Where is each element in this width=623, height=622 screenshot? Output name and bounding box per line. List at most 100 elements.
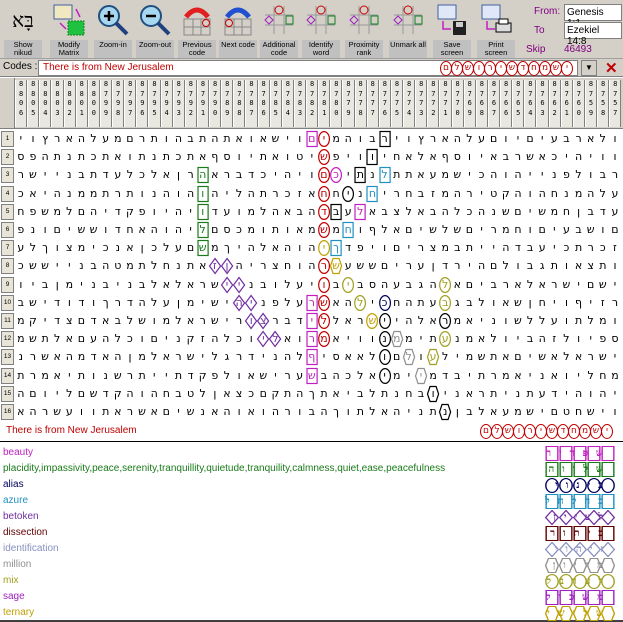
matrix-cell[interactable]: ל [88,130,100,148]
matrix-cell[interactable]: מ [439,185,451,203]
matrix-cell[interactable]: נ [197,403,209,421]
matrix-cell[interactable]: י [500,385,512,403]
matrix-cell[interactable]: נ [438,403,452,421]
matrix-cell[interactable]: י [548,239,560,257]
matrix-cell[interactable]: ר [317,257,330,275]
matrix-cell[interactable]: ו [15,276,27,294]
matrix-cell[interactable]: ב [257,276,269,294]
matrix-cell[interactable]: י [463,367,475,385]
matrix-cell[interactable]: ו [524,221,536,239]
matrix-cell[interactable]: ת [148,130,160,148]
column-number[interactable]: 8757 [609,80,622,127]
save-screen-button[interactable]: Save screen [431,1,473,58]
matrix-cell[interactable]: ה [451,130,463,148]
matrix-cell[interactable]: ו [233,148,245,166]
matrix-cell[interactable]: ך [330,403,342,421]
column-number[interactable]: 8799 [99,80,112,127]
matrix-cell[interactable]: ם [524,130,536,148]
matrix-cell[interactable]: ל [160,239,172,257]
matrix-cell[interactable]: נ [560,185,572,203]
matrix-cell[interactable]: ר [233,312,245,330]
matrix-cell[interactable]: י [306,276,318,294]
matrix-cell[interactable]: א [463,312,475,330]
matrix-cell[interactable]: ו [500,130,512,148]
matrix-cell[interactable]: ו [160,130,172,148]
matrix-cell[interactable]: ו [148,312,160,330]
matrix-cell[interactable]: ת [597,257,609,275]
matrix-cell[interactable]: ף [439,148,451,166]
matrix-cell[interactable]: ת [391,166,403,184]
matrix-cell[interactable]: ן [136,239,148,257]
matrix-cell[interactable]: ם [257,385,269,403]
matrix-cell[interactable]: מ [185,294,197,312]
matrix-cell[interactable]: י [585,330,597,348]
matrix-cell[interactable]: ד [185,367,197,385]
column-number[interactable]: 8768 [475,80,488,127]
matrix-cell[interactable]: נ [245,276,257,294]
matrix-cell[interactable]: נ [391,385,403,403]
matrix-cell[interactable]: א [112,148,124,166]
show-nikud-button[interactable]: בָּא Show nikud [2,1,44,58]
matrix-cell[interactable]: ח [548,185,560,203]
matrix-cell[interactable]: ב [39,276,51,294]
column-number[interactable]: 8782 [306,80,319,127]
column-number[interactable]: 8790 [209,80,222,127]
matrix-cell[interactable]: י [476,185,488,203]
matrix-cell[interactable]: ך [330,239,342,257]
matrix-cell[interactable]: ל [573,166,585,184]
matrix-cell[interactable]: ו [609,148,621,166]
matrix-cell[interactable]: צ [585,257,597,275]
matrix-cell[interactable]: ב [585,203,597,221]
matrix-cell[interactable]: י [573,367,585,385]
print-screen-button[interactable]: Print screen [475,1,517,58]
matrix-cell[interactable]: ץ [39,130,51,148]
matrix-cell[interactable]: צ [427,239,439,257]
matrix-cell[interactable]: ת [39,330,51,348]
matrix-cell[interactable]: ו [282,221,294,239]
column-number[interactable]: 8777 [366,80,379,127]
matrix-cell[interactable]: כ [124,330,136,348]
column-number[interactable]: 8788 [233,80,246,127]
matrix-cell[interactable]: ה [403,294,415,312]
matrix-cell[interactable]: א [257,130,269,148]
matrix-cell[interactable]: י [378,312,391,330]
column-number[interactable]: 8779 [342,80,355,127]
matrix-cell[interactable]: ו [463,148,475,166]
matrix-cell[interactable]: ו [124,148,136,166]
unmark-all-button[interactable]: Unmark all [387,1,429,58]
matrix-cell[interactable]: ד [597,203,609,221]
matrix-cell[interactable]: ד [294,312,306,330]
column-number[interactable]: 8798 [112,80,125,127]
matrix-cell[interactable]: א [366,203,378,221]
matrix-cell[interactable]: י [548,221,560,239]
matrix-cell[interactable]: ל [585,367,597,385]
matrix-cell[interactable]: י [160,367,172,385]
matrix-cell[interactable]: ש [88,221,100,239]
matrix-cell[interactable]: ן [524,294,536,312]
matrix-cell[interactable]: ז [597,294,609,312]
matrix-cell[interactable]: ת [172,367,184,385]
matrix-cell[interactable]: ל [294,348,306,366]
matrix-cell[interactable]: ל [488,330,500,348]
matrix-cell[interactable]: ע [15,239,27,257]
matrix-cell[interactable]: ש [209,276,221,294]
matrix-cell[interactable]: א [100,312,112,330]
matrix-cell[interactable]: ו [197,185,209,203]
matrix-cell[interactable]: ל [51,330,63,348]
matrix-cell[interactable]: כ [88,148,100,166]
matrix-cell[interactable]: י [536,130,548,148]
matrix-cell[interactable]: כ [15,185,27,203]
matrix-cell[interactable]: נ [15,348,27,366]
matrix-cell[interactable]: א [112,403,124,421]
column-number[interactable]: 8776 [378,80,391,127]
matrix-cell[interactable]: מ [330,221,342,239]
matrix-cell[interactable]: י [512,130,524,148]
matrix-cell[interactable]: ו [136,185,148,203]
matrix-cell[interactable]: א [548,367,560,385]
matrix-cell[interactable]: מ [245,203,257,221]
column-number[interactable]: 8783 [293,80,306,127]
matrix-cell[interactable]: ל [148,294,160,312]
from-field[interactable]: Genesis 1:1 [564,4,622,29]
matrix-cell[interactable]: מ [391,367,403,385]
matrix-cell[interactable]: ר [136,130,148,148]
